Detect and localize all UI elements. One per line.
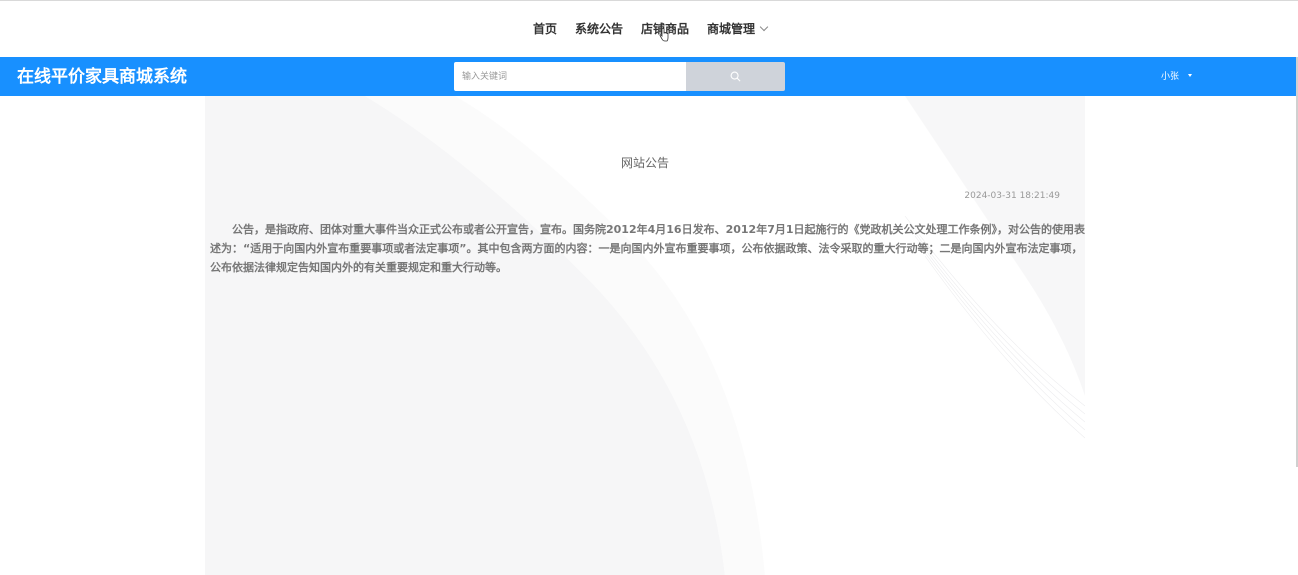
nav-menu: 首页 系统公告 店铺商品 商城管理 bbox=[533, 19, 769, 39]
notice-content: 网站公告 2024-03-31 18:21:49 公告，是指政府、团体对重大事件… bbox=[205, 96, 1085, 575]
page: 首页 系统公告 店铺商品 商城管理 在线平价家具商城系统 输入关键词 小张 网站… bbox=[0, 0, 1298, 575]
notice-date: 2024-03-31 18:21:49 bbox=[964, 191, 1060, 201]
nav-item-label: 首页 bbox=[533, 22, 558, 36]
hand-cursor-icon bbox=[659, 28, 669, 42]
nav-item-label: 系统公告 bbox=[575, 22, 624, 36]
search-button[interactable] bbox=[686, 62, 785, 91]
top-navigation: 首页 系统公告 店铺商品 商城管理 bbox=[0, 1, 1298, 57]
nav-item-mall-management[interactable]: 商城管理 bbox=[707, 19, 769, 39]
nav-item-label: 商城管理 bbox=[707, 22, 756, 36]
chevron-down-icon bbox=[759, 22, 769, 32]
user-menu[interactable]: 小张 bbox=[1161, 69, 1193, 82]
header-bar: 在线平价家具商城系统 小张 bbox=[0, 57, 1298, 96]
caret-down-icon bbox=[1188, 74, 1193, 77]
username: 小张 bbox=[1161, 72, 1180, 82]
notice-body: 公告，是指政府、团体对重大事件当众正式公布或者公开宣告，宣布。国务院2012年4… bbox=[210, 223, 1085, 274]
search-icon bbox=[730, 71, 741, 82]
nav-item-home[interactable]: 首页 bbox=[533, 19, 557, 39]
site-title: 在线平价家具商城系统 bbox=[17, 67, 187, 87]
nav-item-announcements[interactable]: 系统公告 bbox=[575, 19, 623, 39]
search-input[interactable] bbox=[454, 62, 686, 91]
search-box bbox=[454, 62, 785, 91]
notice-title: 网站公告 bbox=[620, 156, 669, 170]
